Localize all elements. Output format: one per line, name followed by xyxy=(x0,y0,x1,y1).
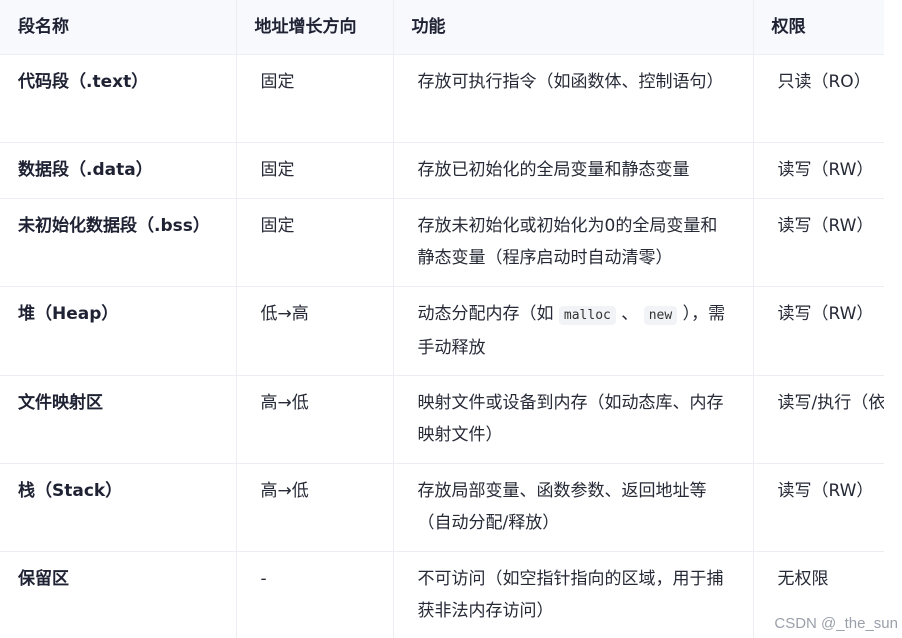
cell-direction: 固定 xyxy=(236,142,394,199)
header-function: 功能 xyxy=(393,0,754,55)
cell-permission: 读写（RW） xyxy=(753,286,884,376)
cell-segment: 代码段（.text） xyxy=(0,54,237,143)
cell-permission: 读写（RW） xyxy=(753,142,884,199)
cell-segment: 栈（Stack） xyxy=(0,463,237,552)
cell-direction: - xyxy=(236,551,394,638)
cell-permission: 读写（RW） xyxy=(753,198,884,287)
cell-segment: 数据段（.data） xyxy=(0,142,237,199)
table-row: 堆（Heap） 低→高 动态分配内存（如 malloc 、 new ），需手动释… xyxy=(0,286,884,376)
cell-permission: 只读（RO） xyxy=(753,54,884,143)
cell-direction: 固定 xyxy=(236,54,394,143)
cell-direction: 低→高 xyxy=(236,286,394,376)
header-permission: 权限 xyxy=(753,0,884,55)
memory-segments-table-container: 段名称 地址增长方向 功能 权限 代码段（.text） 固定 存放可执行指令（如… xyxy=(0,0,884,638)
cell-segment: 保留区 xyxy=(0,551,237,638)
function-text-separator: 、 xyxy=(615,303,644,324)
code-malloc: malloc xyxy=(558,305,616,325)
function-text-prefix: 动态分配内存（如 xyxy=(417,303,559,324)
cell-direction: 高→低 xyxy=(236,463,394,552)
cell-direction: 固定 xyxy=(236,198,394,287)
cell-function: 动态分配内存（如 malloc 、 new ），需手动释放 xyxy=(393,286,754,376)
cell-function: 不可访问（如空指针指向的区域，用于捕获非法内存访问） xyxy=(393,551,754,638)
csdn-watermark: CSDN @_the_sun xyxy=(774,615,898,632)
cell-function: 存放局部变量、函数参数、返回地址等（自动分配/释放） xyxy=(393,463,754,552)
cell-segment: 堆（Heap） xyxy=(0,286,237,376)
table-row: 未初始化数据段（.bss） 固定 存放未初始化或初始化为0的全局变量和静态变量（… xyxy=(0,198,884,287)
header-growth-direction: 地址增长方向 xyxy=(236,0,394,55)
cell-segment: 未初始化数据段（.bss） xyxy=(0,198,237,287)
cell-function: 存放已初始化的全局变量和静态变量 xyxy=(393,142,754,199)
cell-function: 映射文件或设备到内存（如动态库、内存映射文件） xyxy=(393,375,754,464)
cell-segment: 文件映射区 xyxy=(0,375,237,464)
cell-function: 存放可执行指令（如函数体、控制语句） xyxy=(393,54,754,143)
cell-permission: 读写/执行（依 xyxy=(753,375,884,464)
cell-direction: 高→低 xyxy=(236,375,394,464)
cell-permission: 读写（RW） xyxy=(753,463,884,552)
cell-function: 存放未初始化或初始化为0的全局变量和静态变量（程序启动时自动清零） xyxy=(393,198,754,287)
table-row: 栈（Stack） 高→低 存放局部变量、函数参数、返回地址等（自动分配/释放） … xyxy=(0,463,884,552)
table-row: 数据段（.data） 固定 存放已初始化的全局变量和静态变量 读写（RW） xyxy=(0,142,884,199)
table-row: 文件映射区 高→低 映射文件或设备到内存（如动态库、内存映射文件） 读写/执行（… xyxy=(0,375,884,464)
table-row: 保留区 - 不可访问（如空指针指向的区域，用于捕获非法内存访问） 无权限 xyxy=(0,551,884,638)
table-row: 代码段（.text） 固定 存放可执行指令（如函数体、控制语句） 只读（RO） xyxy=(0,54,884,143)
header-segment-name: 段名称 xyxy=(0,0,237,55)
code-new: new xyxy=(643,305,678,325)
table-header-row: 段名称 地址增长方向 功能 权限 xyxy=(0,0,884,55)
memory-segments-table: 段名称 地址增长方向 功能 权限 代码段（.text） 固定 存放可执行指令（如… xyxy=(0,0,884,638)
